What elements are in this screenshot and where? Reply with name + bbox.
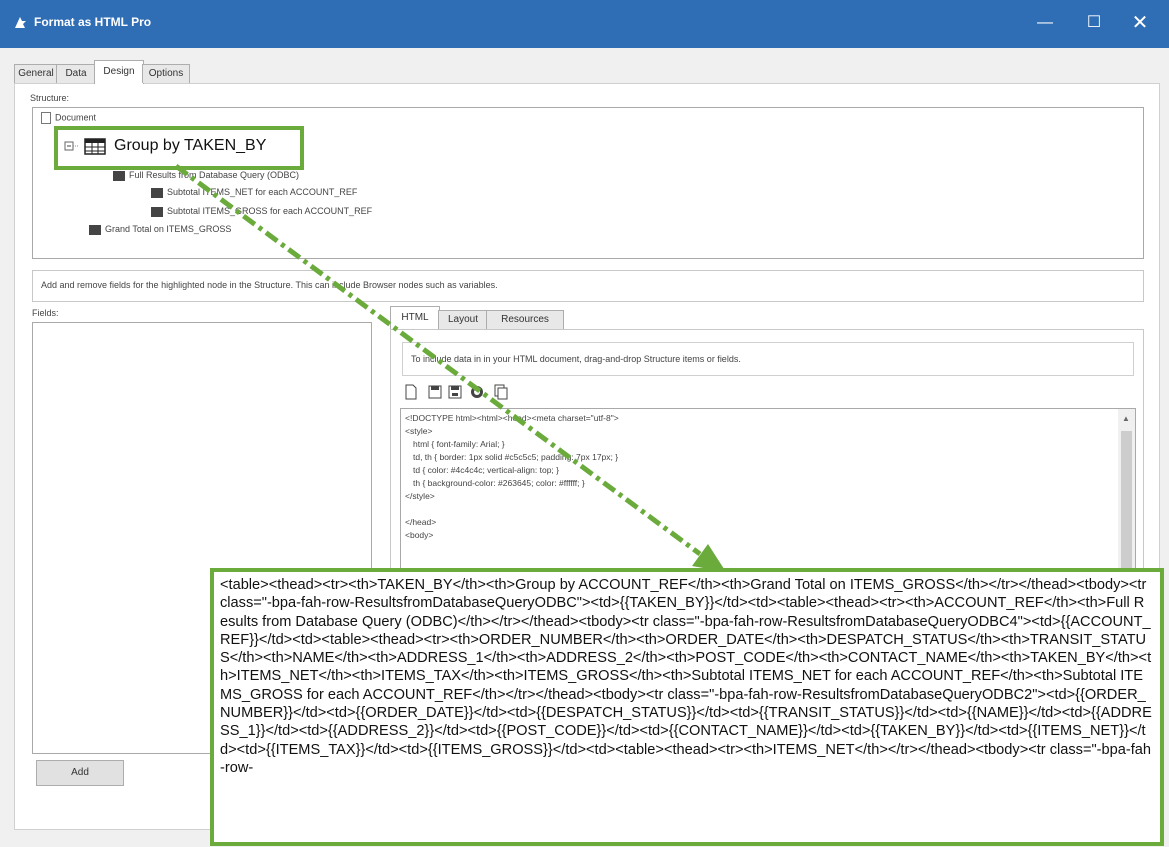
code-callout: <table><thead><tr><th>TAKEN_BY</th><th>G… bbox=[210, 568, 1164, 846]
callout-code-text: <table><thead><tr><th>TAKEN_BY</th><th>G… bbox=[220, 577, 1152, 776]
